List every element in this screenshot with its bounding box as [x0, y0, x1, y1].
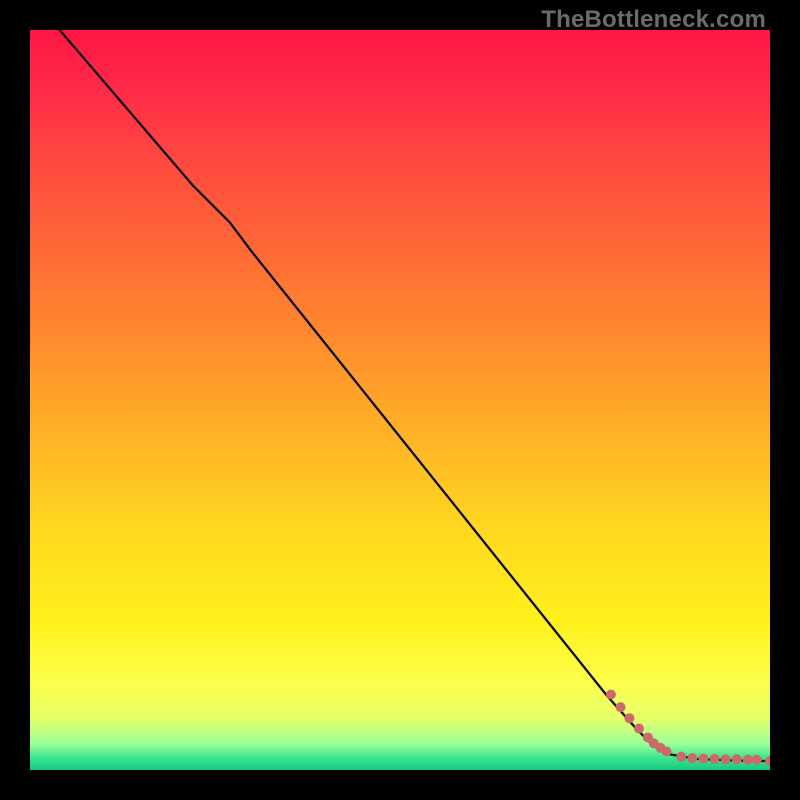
- chart-container: TheBottleneck.com: [0, 0, 800, 800]
- data-point: [606, 690, 616, 700]
- data-point: [743, 755, 753, 765]
- data-point: [752, 755, 762, 765]
- plot-area: [30, 30, 770, 770]
- data-point: [710, 754, 720, 764]
- data-point: [687, 753, 697, 763]
- data-point: [765, 756, 770, 766]
- watermark-text: TheBottleneck.com: [541, 6, 766, 34]
- data-point: [721, 754, 731, 764]
- data-points-layer: [30, 30, 770, 770]
- data-point: [676, 752, 686, 762]
- data-point: [732, 754, 742, 764]
- data-point: [661, 747, 671, 757]
- data-point: [698, 754, 708, 764]
- data-point: [624, 713, 634, 723]
- data-point: [634, 724, 644, 734]
- data-point: [616, 702, 626, 712]
